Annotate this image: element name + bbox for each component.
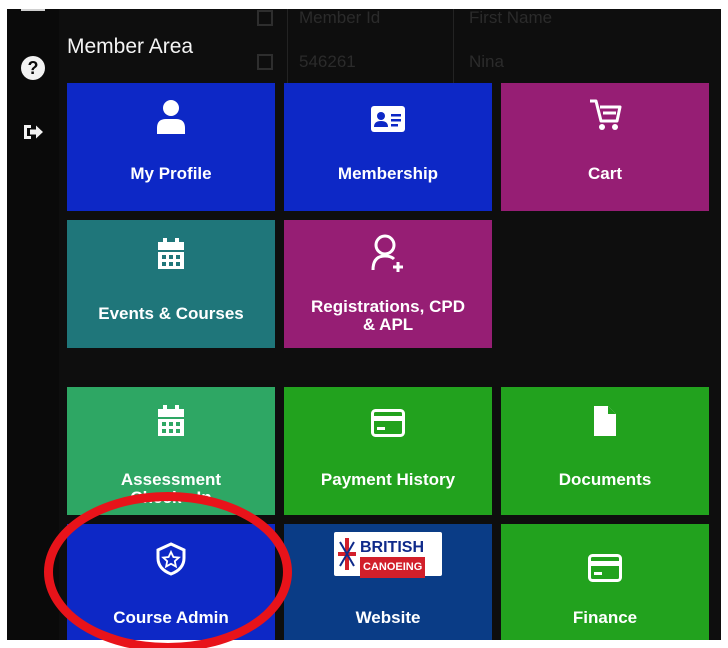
cell-first-name: Nina: [469, 52, 504, 71]
assessment-label-line-1: Assessment: [120, 470, 222, 489]
registrations-label-line-2: & APL: [362, 315, 414, 334]
cart-tile[interactable]: Cart: [501, 83, 709, 211]
sign-out-icon: [24, 125, 43, 139]
website-label: Website: [355, 608, 421, 627]
calendar-icon: [157, 238, 185, 270]
finance-tile[interactable]: Finance: [501, 524, 709, 640]
assessment-label-line-2: Check - In: [130, 488, 212, 507]
british-canoeing-logo: BRITISH CANOEING: [334, 532, 442, 578]
assessment-check-in-tile[interactable]: Assessment Check - In: [67, 387, 275, 515]
row-checkbox: [257, 54, 273, 70]
member-area-panel: Member Id First Name 546261 Nina ? Membe…: [7, 9, 721, 640]
logout-button[interactable]: [21, 120, 45, 144]
help-button[interactable]: ?: [21, 56, 45, 80]
credit-card-icon: [588, 554, 622, 582]
cart-icon: [587, 97, 623, 133]
side-rail: ?: [7, 9, 59, 640]
shield-star-icon: [155, 542, 187, 576]
course-admin-tile[interactable]: Course Admin: [67, 524, 275, 640]
table-row: 546261 Nina: [257, 51, 504, 73]
events-courses-tile[interactable]: Events & Courses: [67, 220, 275, 348]
user-icon: [156, 99, 186, 135]
my-profile-tile[interactable]: My Profile: [67, 83, 275, 211]
cell-member-id: 546261: [299, 52, 356, 71]
user-plus-icon: [371, 234, 405, 274]
menu-icon[interactable]: [21, 9, 45, 11]
course-admin-label: Course Admin: [113, 608, 229, 627]
calendar-icon: [157, 405, 185, 437]
question-circle-icon: ?: [21, 56, 45, 80]
my-profile-label: My Profile: [130, 164, 212, 183]
documents-tile[interactable]: Documents: [501, 387, 709, 515]
registrations-tile[interactable]: Registrations, CPD & APL: [284, 220, 492, 348]
select-all-checkbox: [257, 10, 273, 26]
section-title: Member Area: [67, 35, 194, 58]
cart-label: Cart: [587, 164, 622, 183]
membership-tile[interactable]: Membership: [284, 83, 492, 211]
credit-card-icon: [371, 409, 405, 437]
table-header-row: Member Id First Name: [257, 9, 552, 29]
documents-label: Documents: [558, 470, 652, 489]
payment-history-label: Payment History: [320, 470, 456, 489]
column-header-first-name: First Name: [469, 9, 553, 27]
registrations-label-line-1: Registrations, CPD: [311, 297, 465, 316]
website-tile[interactable]: BRITISH CANOEING Website: [284, 524, 492, 640]
payment-history-tile[interactable]: Payment History: [284, 387, 492, 515]
membership-label: Membership: [337, 164, 439, 183]
file-icon: [593, 405, 617, 437]
finance-label: Finance: [572, 608, 638, 627]
events-courses-label: Events & Courses: [98, 304, 244, 323]
column-header-member-id: Member Id: [299, 9, 381, 27]
id-card-icon: [370, 105, 406, 133]
